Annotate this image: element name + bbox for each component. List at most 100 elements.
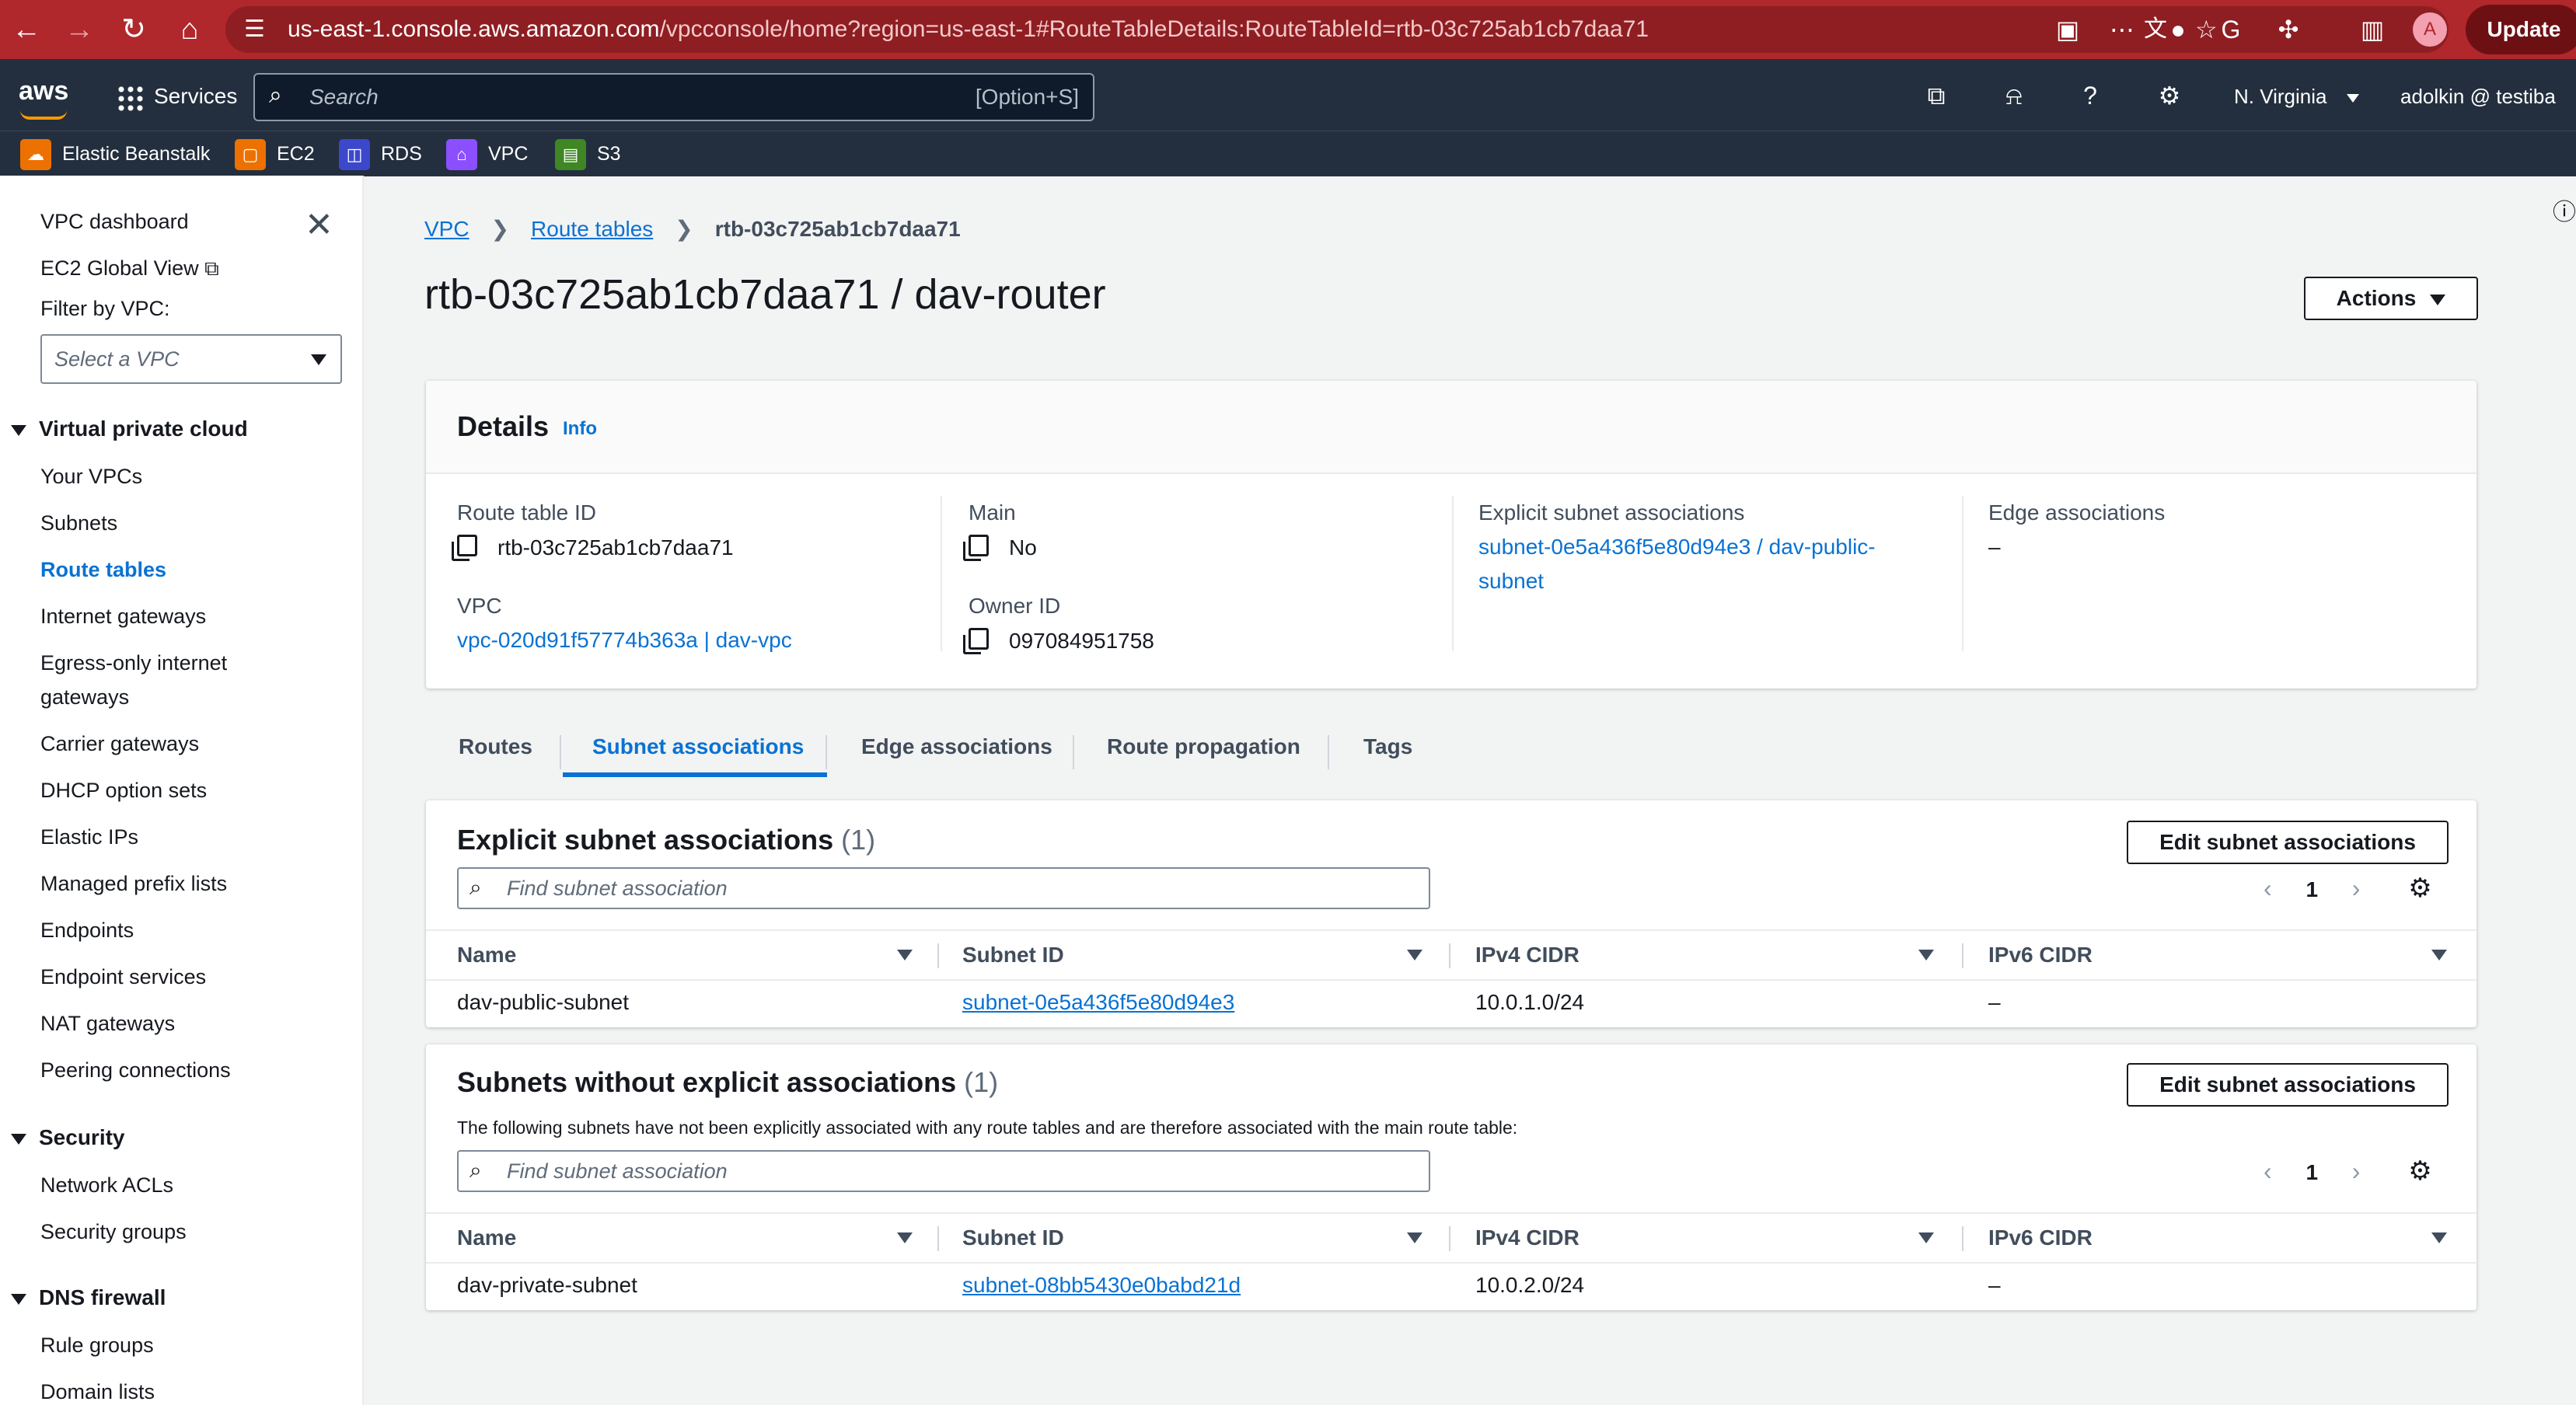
sort-caret-icon[interactable]: [1918, 950, 1934, 960]
column-header-ipv6-cidr[interactable]: IPv6 CIDR: [1988, 931, 2093, 979]
sidebar-item-egress-only-line1[interactable]: Egress-only internet: [40, 651, 227, 675]
sidebar-item-rule-groups[interactable]: Rule groups: [40, 1334, 154, 1358]
sidebar-item-endpoints[interactable]: Endpoints: [40, 919, 134, 943]
sort-caret-icon[interactable]: [1918, 1232, 1934, 1243]
sidebar-section-vpc[interactable]: Virtual private cloud: [11, 417, 248, 441]
info-link[interactable]: Info: [563, 418, 597, 440]
sidepanel-icon[interactable]: ▥: [2354, 11, 2391, 48]
url-text[interactable]: us-east-1.console.aws.amazon.com/vpccons…: [288, 6, 1649, 53]
vpc-filter-select[interactable]: Select a VPC: [40, 334, 342, 384]
profile-avatar[interactable]: A: [2413, 12, 2447, 47]
tab-route-propagation[interactable]: Route propagation: [1107, 718, 1300, 777]
extension-red-icon[interactable]: ●: [2159, 11, 2197, 48]
tab-subnet-associations[interactable]: Subnet associations: [592, 718, 804, 777]
services-menu[interactable]: Services: [117, 78, 237, 115]
column-resizer[interactable]: [1962, 943, 1963, 968]
chevron-left-icon[interactable]: ‹: [2264, 874, 2272, 902]
column-header-ipv4-cidr[interactable]: IPv4 CIDR: [1475, 931, 1579, 979]
sort-caret-icon[interactable]: [2431, 950, 2447, 960]
sidebar-item-security-groups[interactable]: Security groups: [40, 1220, 187, 1244]
column-resizer[interactable]: [1449, 1226, 1450, 1251]
tab-tags[interactable]: Tags: [1363, 718, 1412, 777]
cloudshell-icon[interactable]: ⧉: [1920, 79, 1953, 112]
account-menu[interactable]: adolkin @ testiba: [2400, 78, 2556, 115]
chevron-left-icon[interactable]: ‹: [2264, 1157, 2272, 1185]
sidebar-item-subnets[interactable]: Subnets: [40, 511, 117, 535]
aws-logo[interactable]: aws: [19, 76, 68, 106]
column-resizer[interactable]: [1962, 1226, 1963, 1251]
help-icon[interactable]: ?: [2074, 79, 2107, 112]
back-icon[interactable]: ←: [8, 11, 45, 48]
cell-subnet-id-link[interactable]: subnet-0e5a436f5e80d94e3: [962, 979, 1234, 1026]
explicit-association-link-line2[interactable]: subnet: [1478, 569, 1544, 594]
copy-icon[interactable]: [452, 535, 477, 561]
sidebar-item-managed-prefix-lists[interactable]: Managed prefix lists: [40, 872, 227, 896]
page-number[interactable]: 1: [2305, 877, 2318, 901]
sort-caret-icon[interactable]: [897, 950, 913, 960]
sidebar-item-ec2-global-view[interactable]: EC2 Global View ⧉: [40, 256, 219, 281]
sidebar-section-security[interactable]: Security: [11, 1125, 125, 1150]
sidebar-item-egress-only-line2[interactable]: gateways: [40, 685, 129, 709]
table-settings-gear-icon[interactable]: ⚙: [2408, 1156, 2431, 1186]
sidebar-item-vpc-dashboard[interactable]: VPC dashboard: [40, 210, 189, 234]
sidebar-item-elastic-ips[interactable]: Elastic IPs: [40, 825, 138, 849]
extension-icon[interactable]: ▣: [2049, 11, 2086, 48]
breadcrumb-route-tables[interactable]: Route tables: [531, 217, 653, 241]
copy-icon[interactable]: [963, 535, 989, 561]
sidebar-item-network-acls[interactable]: Network ACLs: [40, 1173, 173, 1198]
column-header-name[interactable]: Name: [457, 931, 516, 979]
cell-subnet-id-link[interactable]: subnet-08bb5430e0babd21d: [962, 1262, 1241, 1309]
extensions-puzzle-icon[interactable]: ✣: [2270, 11, 2307, 48]
sort-caret-icon[interactable]: [897, 1232, 913, 1243]
sidebar-item-dhcp-option-sets[interactable]: DHCP option sets: [40, 779, 207, 803]
column-resizer[interactable]: [937, 1226, 939, 1251]
sidebar-section-dns-firewall[interactable]: DNS firewall: [11, 1285, 166, 1310]
find-subnet-association-input[interactable]: ⌕ Find subnet association: [457, 1150, 1430, 1192]
sort-caret-icon[interactable]: [2431, 1232, 2447, 1243]
copy-icon[interactable]: [963, 628, 989, 654]
column-resizer[interactable]: [1449, 943, 1450, 968]
column-header-subnet-id[interactable]: Subnet ID: [962, 931, 1064, 979]
extension-dots-icon[interactable]: ⋯: [2103, 11, 2141, 48]
actions-button[interactable]: Actions: [2304, 277, 2478, 320]
sidebar-item-endpoint-services[interactable]: Endpoint services: [40, 965, 206, 989]
edit-subnet-associations-button[interactable]: Edit subnet associations: [2127, 1063, 2449, 1107]
sort-caret-icon[interactable]: [1407, 950, 1422, 960]
sidebar-item-internet-gateways[interactable]: Internet gateways: [40, 605, 206, 629]
favorite-s3[interactable]: ▤ S3: [555, 131, 621, 176]
info-panel-icon[interactable]: ⓘ: [2553, 193, 2576, 227]
breadcrumb-vpc[interactable]: VPC: [424, 217, 469, 241]
favorite-ec2[interactable]: ▢ EC2: [235, 131, 315, 176]
chevron-right-icon[interactable]: ›: [2352, 874, 2361, 902]
favorite-rds[interactable]: ◫ RDS: [339, 131, 422, 176]
reload-icon[interactable]: ↻: [115, 11, 152, 48]
home-icon[interactable]: ⌂: [171, 11, 208, 48]
sidebar-item-route-tables[interactable]: Route tables: [40, 558, 166, 582]
site-info-icon[interactable]: ☰: [244, 11, 265, 48]
console-search[interactable]: ⌕ Search [Option+S]: [253, 73, 1094, 121]
column-resizer[interactable]: [937, 943, 939, 968]
region-selector[interactable]: N. Virginia: [2234, 78, 2359, 115]
find-subnet-association-input[interactable]: ⌕ Find subnet association: [457, 867, 1430, 909]
vpc-link[interactable]: vpc-020d91f57774b363a | dav-vpc: [457, 628, 792, 653]
column-header-subnet-id[interactable]: Subnet ID: [962, 1214, 1064, 1262]
google-translate-icon[interactable]: G: [2212, 11, 2250, 48]
page-number[interactable]: 1: [2305, 1160, 2318, 1184]
column-header-name[interactable]: Name: [457, 1214, 516, 1262]
sidebar-item-peering-connections[interactable]: Peering connections: [40, 1058, 231, 1083]
settings-gear-icon[interactable]: ⚙: [2153, 79, 2186, 112]
tab-edge-associations[interactable]: Edge associations: [861, 718, 1052, 777]
table-settings-gear-icon[interactable]: ⚙: [2408, 873, 2431, 903]
edit-subnet-associations-button[interactable]: Edit subnet associations: [2127, 821, 2449, 864]
sidebar-item-your-vpcs[interactable]: Your VPCs: [40, 465, 142, 489]
sort-caret-icon[interactable]: [1407, 1232, 1422, 1243]
column-header-ipv4-cidr[interactable]: IPv4 CIDR: [1475, 1214, 1579, 1262]
explicit-association-link-line1[interactable]: subnet-0e5a436f5e80d94e3 / dav-public-: [1478, 535, 1876, 560]
notifications-bell-icon[interactable]: ⍾: [1998, 79, 2030, 112]
update-button[interactable]: Update: [2466, 5, 2576, 54]
forward-icon[interactable]: →: [61, 11, 98, 48]
favorite-elastic-beanstalk[interactable]: ☁ Elastic Beanstalk: [20, 131, 210, 176]
tab-routes[interactable]: Routes: [459, 718, 532, 777]
chevron-right-icon[interactable]: ›: [2352, 1157, 2361, 1185]
sidebar-item-domain-lists[interactable]: Domain lists: [40, 1380, 155, 1404]
